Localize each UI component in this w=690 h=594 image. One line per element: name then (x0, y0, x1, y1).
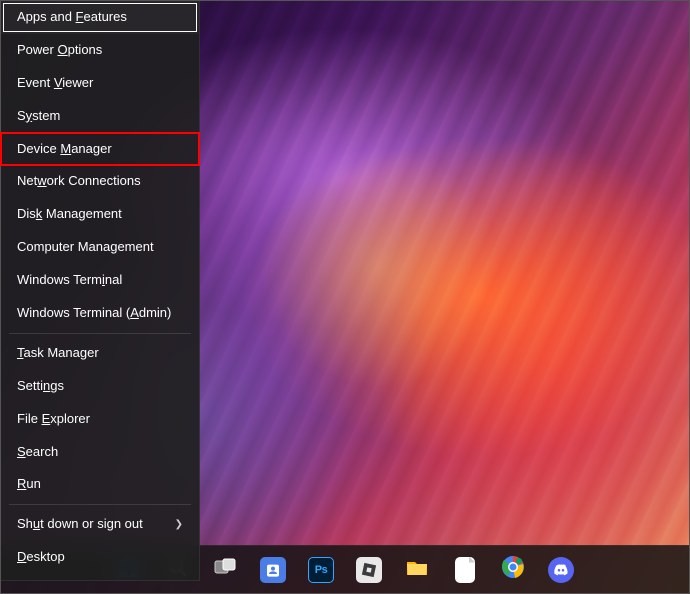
menu-computer-management[interactable]: Computer Management (1, 231, 199, 264)
menu-system[interactable]: System (1, 100, 199, 133)
chrome-icon (501, 555, 525, 584)
menu-network-connections[interactable]: Network Connections (1, 165, 199, 198)
menu-settings[interactable]: Settings (1, 370, 199, 403)
photoshop-button[interactable]: Ps (301, 550, 341, 590)
menu-item-label: Event Viewer (17, 75, 93, 92)
chrome-button[interactable] (493, 550, 533, 590)
menu-windows-terminal[interactable]: Windows Terminal (1, 264, 199, 297)
menu-item-label: Windows Terminal (Admin) (17, 305, 171, 322)
menu-item-label: Computer Management (17, 239, 154, 256)
menu-item-label: Run (17, 476, 41, 493)
menu-run[interactable]: Run (1, 468, 199, 501)
menu-item-label: System (17, 108, 60, 125)
menu-desktop[interactable]: Desktop (1, 541, 199, 574)
roblox-button[interactable] (349, 550, 389, 590)
roblox-icon (356, 557, 382, 583)
menu-item-label: Shut down or sign out (17, 516, 143, 533)
menu-separator (9, 333, 191, 334)
menu-task-manager[interactable]: Task Manager (1, 337, 199, 370)
menu-item-label: Network Connections (17, 173, 141, 190)
menu-separator (9, 504, 191, 505)
menu-item-label: Device Manager (17, 141, 112, 158)
winx-context-menu: Apps and Features Power Options Event View… (1, 1, 200, 581)
menu-item-label: File Explorer (17, 411, 90, 428)
folder-icon (405, 555, 429, 584)
menu-item-label: Windows Terminal (17, 272, 122, 289)
task-view-button[interactable] (205, 550, 245, 590)
chat-icon (260, 557, 286, 583)
menu-item-label: Apps and Features (17, 9, 127, 26)
discord-icon (548, 557, 574, 583)
file-explorer-button[interactable] (397, 550, 437, 590)
menu-device-manager[interactable]: Device Manager (1, 133, 199, 166)
chat-button[interactable] (253, 550, 293, 590)
chevron-right-icon: ❯ (175, 518, 183, 531)
menu-item-label: Desktop (17, 549, 65, 566)
file-icon (455, 557, 475, 583)
photoshop-icon: Ps (308, 557, 334, 583)
menu-disk-management[interactable]: Disk Management (1, 198, 199, 231)
menu-item-label: Task Manager (17, 345, 99, 362)
menu-event-viewer[interactable]: Event Viewer (1, 67, 199, 100)
menu-apps-features[interactable]: Apps and Features (1, 1, 199, 34)
menu-windows-terminal-admin[interactable]: Windows Terminal (Admin) (1, 297, 199, 330)
menu-item-label: Disk Management (17, 206, 122, 223)
discord-button[interactable] (541, 550, 581, 590)
menu-file-explorer[interactable]: File Explorer (1, 403, 199, 436)
menu-shutdown-signout[interactable]: Shut down or sign out ❯ (1, 508, 199, 541)
menu-item-label: Power Options (17, 42, 102, 59)
notepad-button[interactable] (445, 550, 485, 590)
menu-item-label: Search (17, 444, 58, 461)
menu-power-options[interactable]: Power Options (1, 34, 199, 67)
menu-item-label: Settings (17, 378, 64, 395)
taskview-icon (213, 555, 237, 584)
menu-search[interactable]: Search (1, 436, 199, 469)
